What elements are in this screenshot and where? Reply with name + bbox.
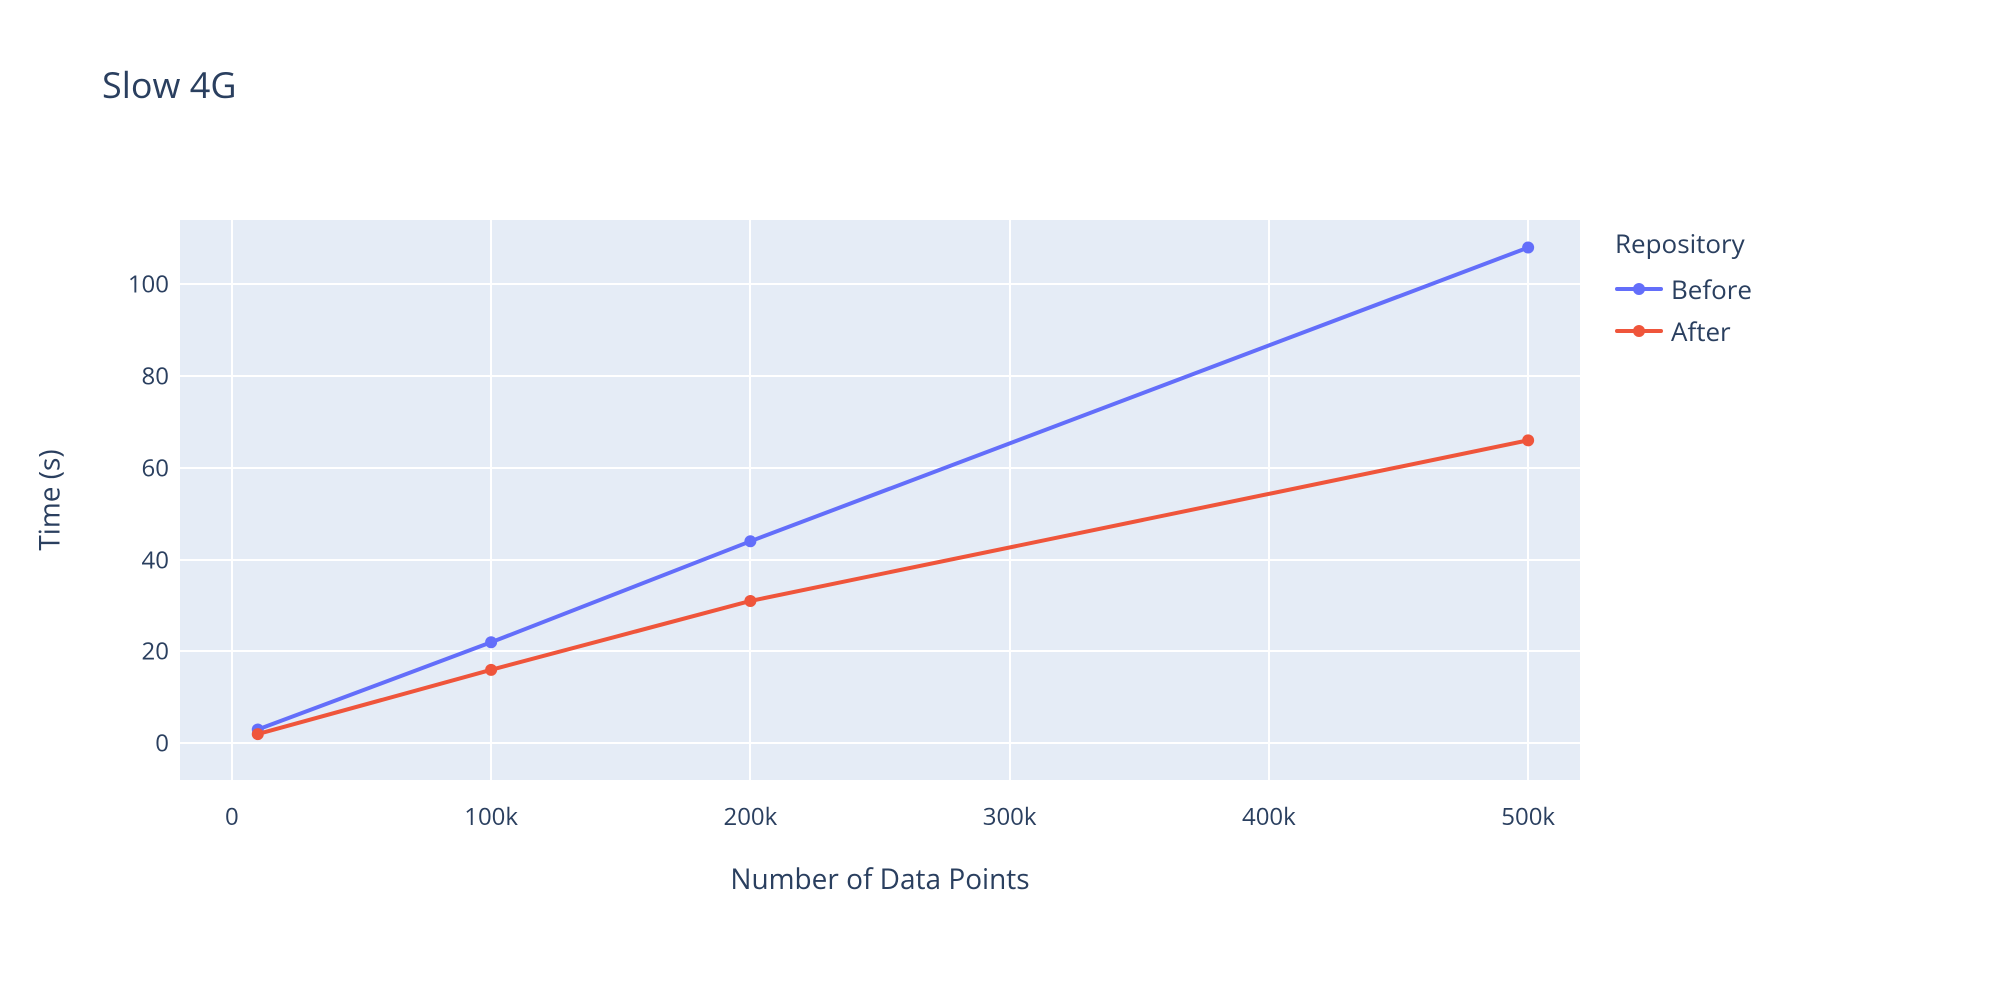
legend-item-after[interactable]: After (1615, 313, 1752, 349)
xtick-label: 400k (1242, 800, 1296, 833)
y-axis-label: Time (s) (35, 220, 65, 780)
ytick-label: 0 (89, 727, 169, 760)
y-axis-label-text: Time (s) (31, 449, 69, 550)
legend-item-before[interactable]: Before (1615, 271, 1752, 307)
x-axis-label: Number of Data Points (180, 860, 1580, 898)
xtick-label: 300k (983, 800, 1037, 833)
legend-dot-icon (1633, 325, 1645, 337)
series-marker-after[interactable] (485, 664, 497, 676)
series-line-after[interactable] (258, 440, 1528, 734)
series-line-before[interactable] (258, 248, 1528, 730)
ytick-label: 60 (89, 451, 169, 484)
line-layer (180, 220, 1580, 780)
legend-label-after: After (1671, 313, 1731, 349)
ytick-label: 40 (89, 543, 169, 576)
series-marker-after[interactable] (744, 595, 756, 607)
series-marker-before[interactable] (744, 535, 756, 547)
chart-container: Slow 4G Number of Data Points Time (s) R… (0, 0, 1999, 983)
legend-swatch-before (1615, 287, 1663, 291)
ytick-label: 20 (89, 635, 169, 668)
legend-dot-icon (1633, 283, 1645, 295)
chart-title: Slow 4G (102, 60, 237, 109)
legend-swatch-after (1615, 329, 1663, 333)
xtick-label: 100k (464, 800, 518, 833)
series-marker-before[interactable] (1522, 242, 1534, 254)
xtick-label: 200k (723, 800, 777, 833)
legend: Repository Before After (1615, 225, 1752, 355)
series-marker-after[interactable] (1522, 434, 1534, 446)
series-marker-before[interactable] (485, 636, 497, 648)
series-marker-after[interactable] (252, 728, 264, 740)
xtick-label: 500k (1501, 800, 1555, 833)
xtick-label: 0 (225, 800, 239, 833)
legend-title: Repository (1615, 225, 1752, 261)
ytick-label: 100 (89, 268, 169, 301)
ytick-label: 80 (89, 360, 169, 393)
legend-label-before: Before (1671, 271, 1752, 307)
